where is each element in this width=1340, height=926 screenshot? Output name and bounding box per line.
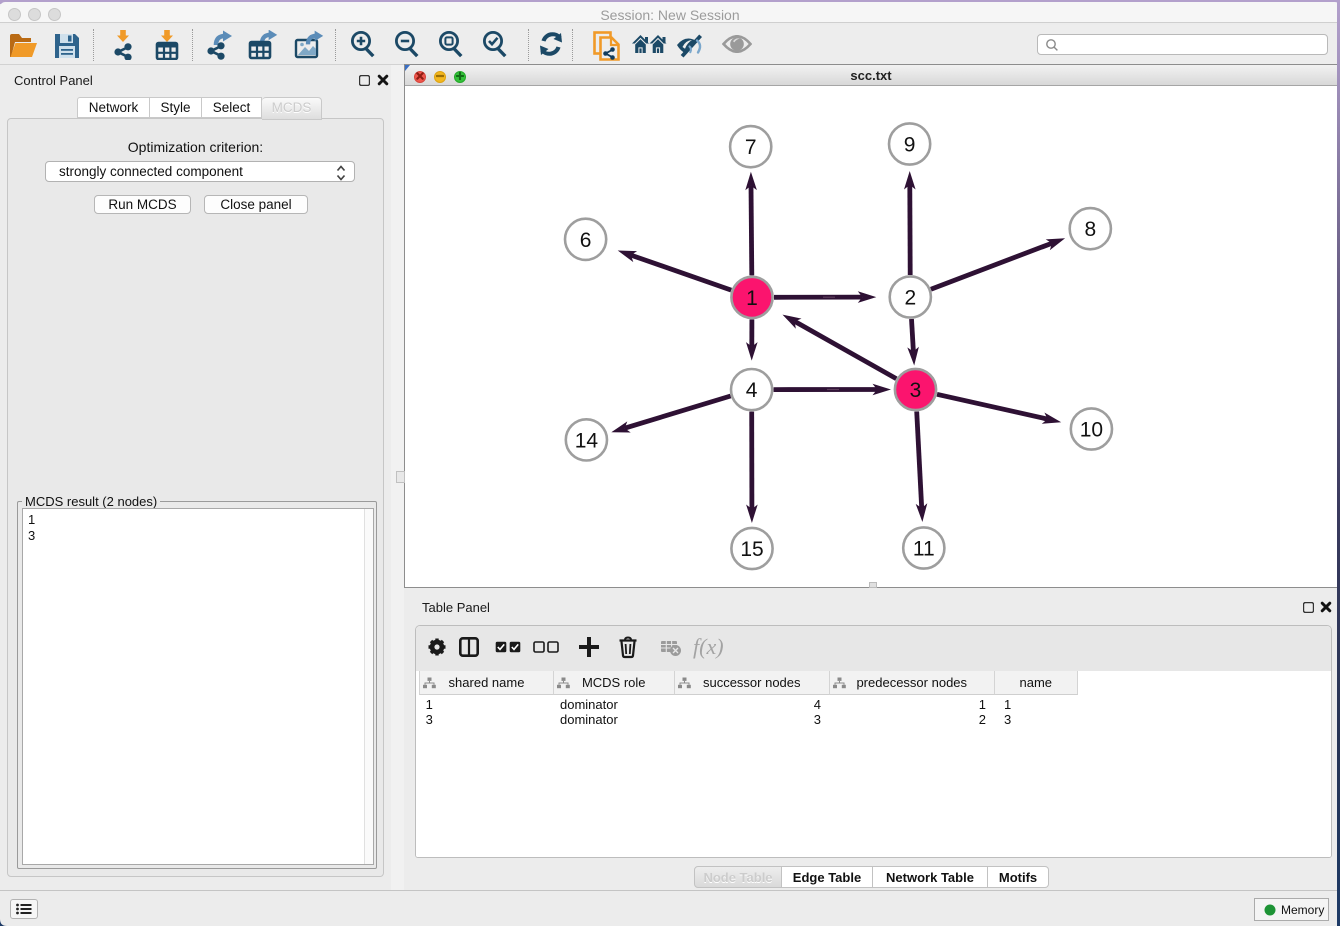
svg-text:14: 14 (575, 429, 599, 452)
svg-text:8: 8 (1084, 218, 1096, 241)
svg-text:15: 15 (740, 538, 763, 561)
svg-text:7: 7 (745, 136, 757, 159)
svg-text:10: 10 (1080, 419, 1103, 442)
svg-text:9: 9 (904, 134, 916, 157)
svg-text:11: 11 (913, 538, 935, 561)
svg-text:1: 1 (746, 287, 758, 310)
svg-text:6: 6 (580, 229, 592, 252)
svg-text:2: 2 (904, 287, 916, 310)
svg-text:4: 4 (746, 379, 758, 402)
svg-text:3: 3 (910, 379, 922, 402)
